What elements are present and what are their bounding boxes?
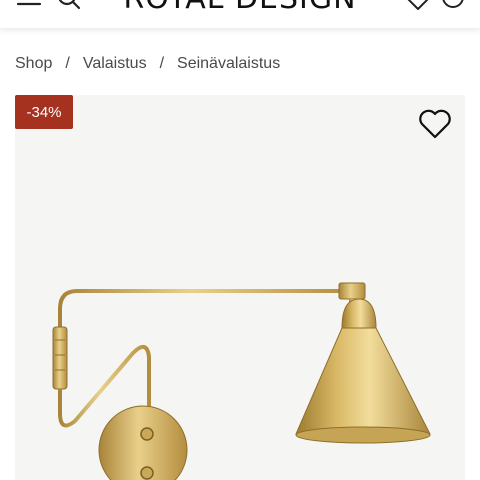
product-image[interactable]: -34% [15, 95, 465, 480]
breadcrumb-separator: / [159, 55, 165, 72]
site-header: ROYAL DESIGN [0, 0, 480, 28]
account-icon[interactable] [440, 0, 466, 10]
breadcrumb: Shop / Valaistus / Seinävalaistus [15, 52, 280, 76]
heart-outline-icon[interactable] [418, 109, 452, 139]
breadcrumb-seinavalaistus[interactable]: Seinävalaistus [177, 55, 280, 73]
breadcrumb-shop[interactable]: Shop [15, 55, 52, 73]
breadcrumb-separator: / [65, 55, 70, 72]
wall-lamp-image [52, 282, 431, 480]
breadcrumb-valaistus[interactable]: Valaistus [83, 55, 147, 73]
discount-badge: -34% [15, 95, 73, 129]
heart-icon[interactable] [405, 0, 431, 10]
